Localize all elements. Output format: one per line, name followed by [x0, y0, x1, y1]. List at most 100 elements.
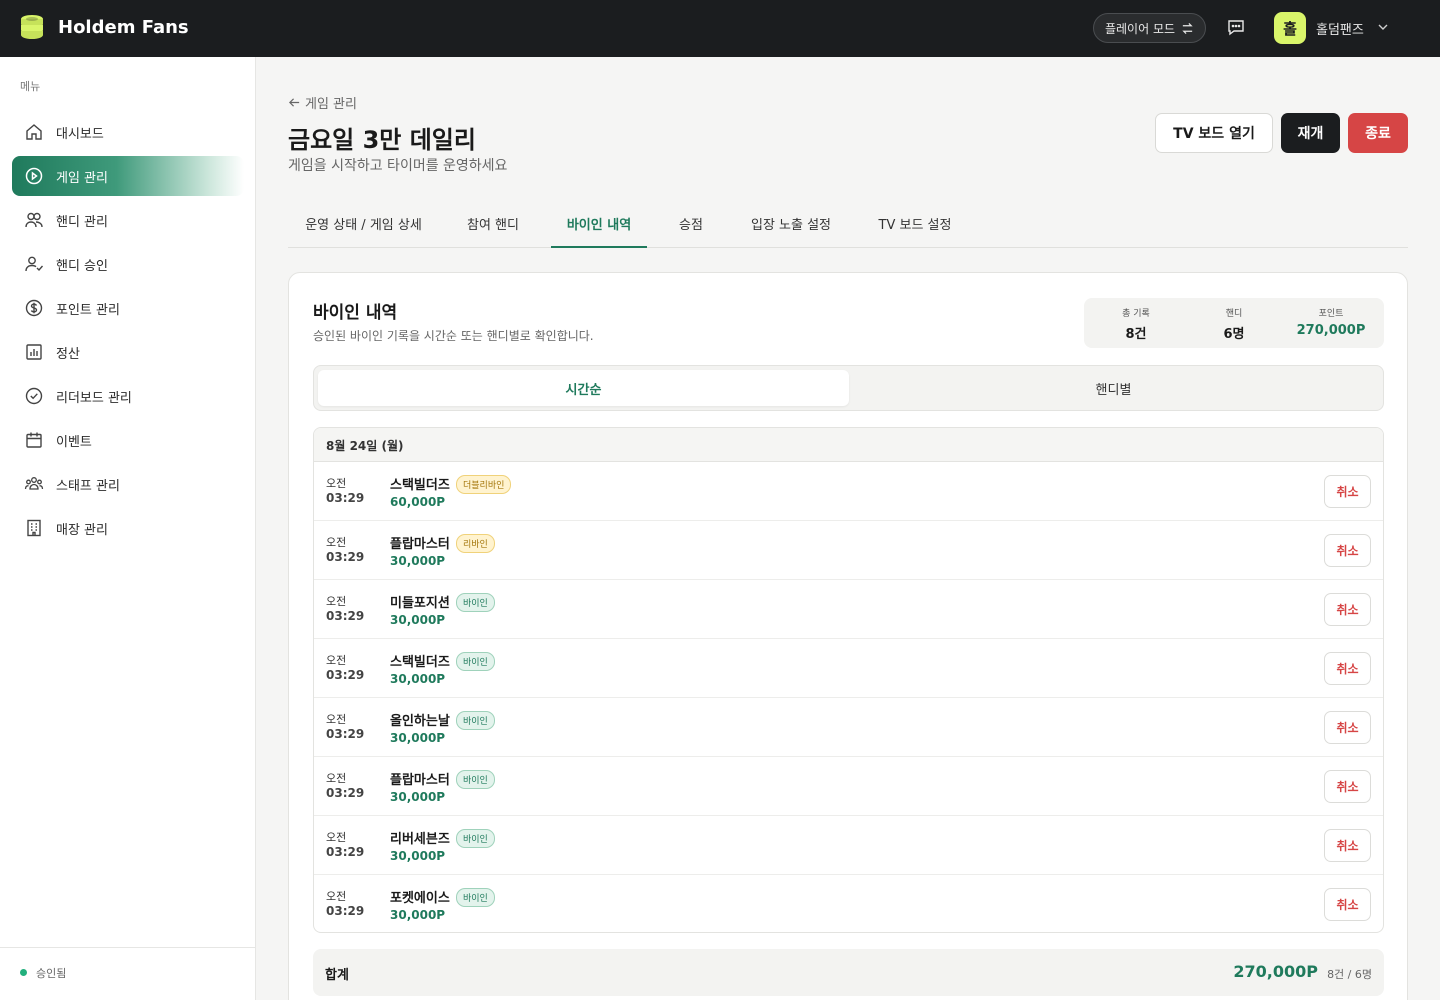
- sidebar-item-point-management[interactable]: 포인트 관리: [12, 288, 244, 328]
- cancel-button[interactable]: 취소: [1324, 593, 1371, 626]
- tab-points[interactable]: 승점: [663, 214, 719, 248]
- status-dot: [20, 969, 27, 976]
- stat-handi: 핸디 6명: [1184, 306, 1284, 342]
- list-item: 오전 03:29 올인하는날 바이인 30,000P 취소: [314, 698, 1383, 757]
- home-icon: [26, 124, 42, 140]
- tab-participants[interactable]: 참여 핸디: [451, 214, 535, 248]
- buyin-card: 바이인 내역 승인된 바이인 기록을 시간순 또는 핸디별로 확인합니다. 총 …: [288, 272, 1408, 1000]
- top-bar: Holdem Fans 플레이어 모드 홀 홀덤팬즈: [0, 0, 1440, 57]
- total-value: 270,000P: [1233, 962, 1318, 981]
- segment-chronological[interactable]: 시간순: [318, 370, 849, 406]
- sidebar-footer: 승인됨: [0, 947, 255, 1000]
- buyin-list: 8월 24일 (월) 오전 03:29 스택빌더즈 더블리바인 60,000P 취소 오전 0…: [313, 427, 1384, 933]
- sidebar-item-handi-management[interactable]: 핸디 관리: [12, 200, 244, 240]
- tab-status-detail[interactable]: 운영 상태 / 게임 상세: [288, 214, 439, 248]
- row-time: 03:29: [326, 491, 365, 505]
- row-ampm: 오전: [326, 595, 347, 608]
- tab-tv-board-settings[interactable]: TV 보드 설정: [863, 214, 967, 248]
- row-time: 03:29: [326, 668, 365, 682]
- total-meta: 8건 / 6명: [1327, 968, 1372, 981]
- segment-by-handi[interactable]: 핸디별: [848, 370, 1379, 406]
- sidebar-item-label: 정산: [56, 346, 80, 362]
- tab-buyin-history[interactable]: 바이인 내역: [551, 214, 647, 248]
- stat-label: 총 기록: [1122, 309, 1150, 319]
- row-handi-name: 포켓에이스: [390, 891, 450, 906]
- bar-chart-icon: [26, 344, 42, 360]
- row-time: 03:29: [326, 550, 365, 564]
- sidebar-item-label: 포인트 관리: [56, 302, 120, 318]
- row-ampm: 오전: [326, 536, 347, 549]
- brand-name[interactable]: Holdem Fans: [58, 17, 189, 38]
- row-amount: 60,000P: [390, 495, 446, 509]
- row-amount: 30,000P: [390, 672, 446, 686]
- row-time: 03:29: [326, 786, 365, 800]
- row-ampm: 오전: [326, 713, 347, 726]
- stat-label: 핸디: [1225, 309, 1243, 319]
- sidebar-item-handi-approval[interactable]: 핸디 승인: [12, 244, 244, 284]
- cancel-button[interactable]: 취소: [1324, 711, 1371, 744]
- summary-stats: 총 기록 8건 핸디 6명 포인트 270,000P: [1084, 298, 1384, 348]
- sidebar-item-label: 리더보드 관리: [56, 390, 132, 406]
- list-item: 오전 03:29 미들포지션 바이인 30,000P 취소: [314, 580, 1383, 639]
- player-mode-button[interactable]: 플레이어 모드: [1093, 13, 1206, 43]
- sidebar-item-leaderboard[interactable]: 리더보드 관리: [12, 376, 244, 416]
- user-name[interactable]: 홀덤팬즈: [1316, 19, 1364, 38]
- row-amount: 30,000P: [390, 613, 446, 627]
- users-icon: [25, 212, 43, 228]
- menu-title: 메뉴: [20, 80, 41, 93]
- total-label: 합계: [325, 968, 349, 983]
- logo-icon: [21, 15, 43, 39]
- cancel-button[interactable]: 취소: [1324, 888, 1371, 921]
- back-link-label: 게임 관리: [305, 97, 357, 112]
- row-time: 03:29: [326, 727, 365, 741]
- resume-button[interactable]: 재개: [1281, 113, 1340, 153]
- calendar-icon: [26, 432, 42, 448]
- approval-status: 승인됨: [36, 967, 67, 980]
- status-badge: 바이인: [456, 711, 495, 730]
- sidebar-item-game-management[interactable]: 게임 관리: [12, 156, 244, 196]
- chevron-down-icon[interactable]: [1376, 20, 1390, 34]
- back-link[interactable]: 게임 관리: [288, 93, 357, 112]
- status-badge: 바이인: [456, 829, 495, 848]
- status-badge: 리바인: [456, 534, 495, 553]
- sidebar-item-label: 핸디 관리: [56, 214, 108, 230]
- sidebar-item-label: 대시보드: [56, 126, 104, 142]
- cancel-button[interactable]: 취소: [1324, 770, 1371, 803]
- row-handi-name: 스택빌더즈: [390, 655, 450, 670]
- row-time: 03:29: [326, 904, 365, 918]
- row-amount: 30,000P: [390, 849, 446, 863]
- list-item: 오전 03:29 스택빌더즈 바이인 30,000P 취소: [314, 639, 1383, 698]
- cancel-button[interactable]: 취소: [1324, 829, 1371, 862]
- sidebar-item-staff-management[interactable]: 스태프 관리: [12, 464, 244, 504]
- tab-bar: 운영 상태 / 게임 상세 참여 핸디 바이인 내역 승점 입장 노출 설정 T…: [288, 200, 1408, 248]
- status-badge: 바이인: [456, 770, 495, 789]
- player-mode-label: 플레이어 모드: [1104, 21, 1176, 36]
- end-button[interactable]: 종료: [1348, 113, 1408, 153]
- sidebar-item-events[interactable]: 이벤트: [12, 420, 244, 460]
- row-handi-name: 스택빌더즈: [390, 478, 450, 493]
- row-amount: 30,000P: [390, 790, 446, 804]
- dollar-circle-icon: [25, 299, 43, 317]
- play-circle-icon: [25, 167, 43, 185]
- cancel-button[interactable]: 취소: [1324, 475, 1371, 508]
- list-item: 오전 03:29 스택빌더즈 더블리바인 60,000P 취소: [314, 462, 1383, 521]
- tab-entry-display[interactable]: 입장 노출 설정: [735, 214, 847, 248]
- sidebar-item-label: 스태프 관리: [56, 478, 120, 494]
- avatar[interactable]: 홀: [1274, 12, 1306, 44]
- swap-icon: [1182, 22, 1193, 34]
- sidebar-item-settlement[interactable]: 정산: [12, 332, 244, 372]
- sidebar-item-store-management[interactable]: 매장 관리: [12, 508, 244, 548]
- page-title: 금요일 3만 데일리: [288, 126, 476, 154]
- row-amount: 30,000P: [390, 554, 446, 568]
- total-row: 합계 270,000P 8건 / 6명: [313, 949, 1384, 996]
- row-time: 03:29: [326, 609, 365, 623]
- open-tv-board-button[interactable]: TV 보드 열기: [1155, 113, 1273, 153]
- row-amount: 30,000P: [390, 731, 446, 745]
- stat-points: 포인트 270,000P: [1281, 306, 1381, 338]
- cancel-button[interactable]: 취소: [1324, 534, 1371, 567]
- row-handi-name: 리버세븐즈: [390, 832, 450, 847]
- chat-icon[interactable]: [1226, 18, 1246, 38]
- arrow-left-icon: [289, 98, 300, 107]
- cancel-button[interactable]: 취소: [1324, 652, 1371, 685]
- sidebar-item-dashboard[interactable]: 대시보드: [12, 112, 244, 152]
